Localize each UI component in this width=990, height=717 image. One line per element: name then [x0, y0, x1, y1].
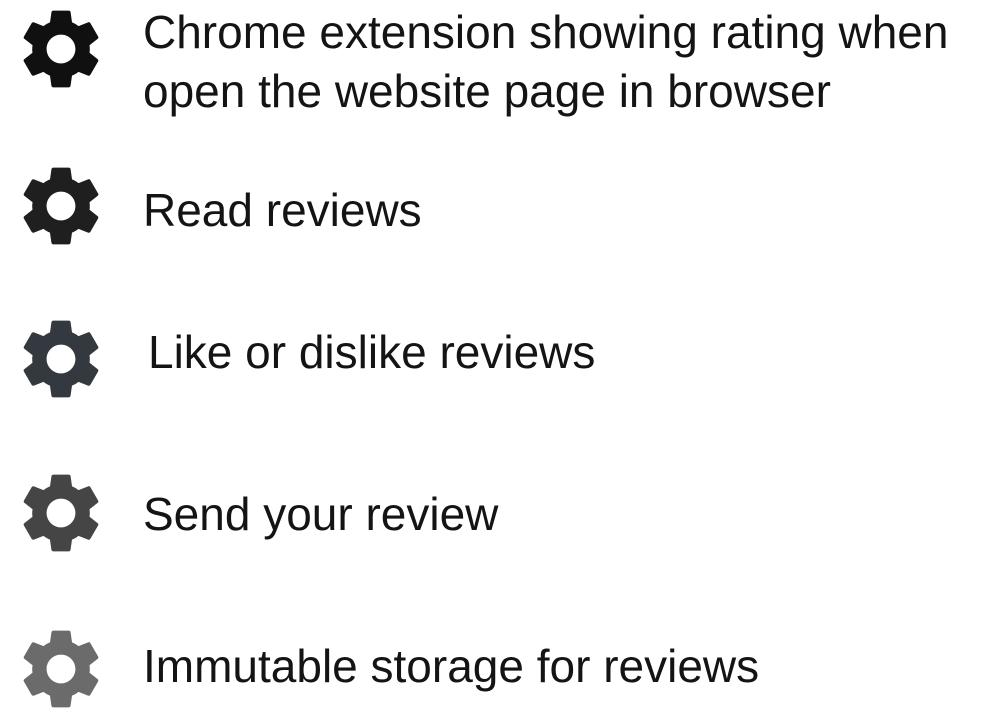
feature-label-line: Chrome extension showing rating when [143, 6, 949, 58]
feature-item: Chrome extension showing rating when ope… [0, 0, 990, 130]
feature-label: Read reviews [143, 181, 422, 240]
gear-icon [13, 158, 109, 254]
feature-label-line: open the website page in browser [143, 65, 831, 117]
feature-item: Like or dislike reviews [0, 305, 990, 415]
feature-label: Immutable storage for reviews [143, 637, 759, 696]
feature-label-line: Read reviews [143, 184, 422, 236]
feature-label: Chrome extension showing rating when ope… [143, 3, 948, 121]
feature-label: Like or dislike reviews [148, 323, 595, 382]
gear-icon [13, 311, 109, 407]
feature-label: Send your review [143, 485, 498, 544]
feature-item: Read reviews [0, 150, 990, 260]
feature-item: Send your review [0, 462, 990, 572]
gear-icon [13, 621, 109, 717]
feature-item: Immutable storage for reviews [0, 617, 990, 712]
feature-label-line: Send your review [143, 488, 499, 540]
feature-label-line: Like or dislike reviews [148, 326, 596, 378]
feature-label-line: Immutable storage for reviews [143, 640, 760, 692]
gear-icon [13, 1, 109, 97]
gear-icon [13, 465, 109, 561]
